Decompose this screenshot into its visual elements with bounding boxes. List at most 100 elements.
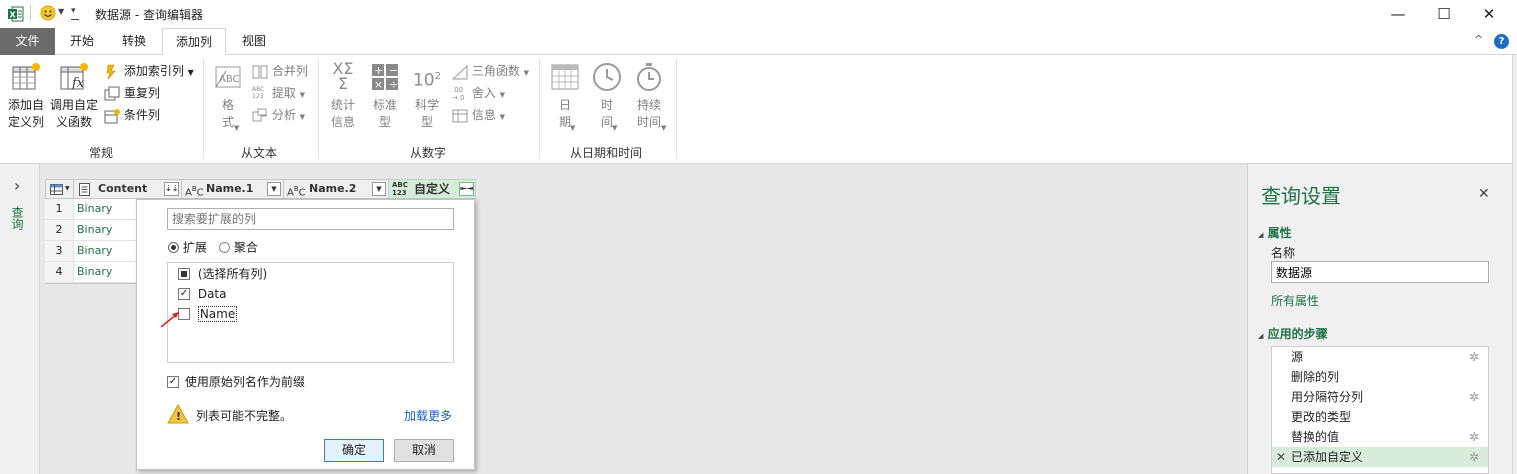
tab-file[interactable]: 文件 [0,28,55,55]
step-item[interactable]: 更改的类型 [1272,407,1488,427]
excel-logo-icon: X [8,6,24,22]
table-cell[interactable]: Binary [74,199,137,220]
expand-radio[interactable]: 扩展 [168,239,207,255]
column-name: Content [98,182,148,195]
tab-view[interactable]: 视图 [232,28,276,55]
warning-icon: ! [167,403,189,424]
column-header-name1[interactable]: ABC Name.1 ▼ [181,179,284,199]
add-custom-column-button[interactable]: 添加自 定义列 [4,61,48,131]
duplicate-column-button[interactable]: 重复列 [104,83,160,103]
step-item[interactable]: 删除的列 [1272,367,1488,387]
select-all-checkbox[interactable]: (选择所有列) [178,265,267,281]
extract-button[interactable]: ABC 123 提取 ▼ [252,83,305,103]
conditional-column-button[interactable]: 条件列 [104,105,160,125]
help-button[interactable]: ? [1494,34,1509,49]
column-header-content[interactable]: Content ⇣⇣ [73,179,182,199]
gear-icon[interactable]: ✲ [1469,347,1479,367]
query-settings-title: 查询设置 [1261,184,1341,208]
step-item-selected[interactable]: ✕ 已添加自定义 ✲ [1272,447,1488,467]
column-header-name2[interactable]: ABC Name.2 ▼ [283,179,389,199]
row-number[interactable]: 4 [45,262,74,283]
incomplete-list-warning: 列表可能不完整。 [196,409,293,423]
calendar-icon [549,61,581,93]
quick-access-customize-icon[interactable]: ▾ [71,6,76,16]
collapse-ribbon-button[interactable]: ^ [1474,33,1483,46]
name-checkbox[interactable]: Name [178,305,238,322]
query-name-input[interactable] [1271,261,1489,283]
parse-button[interactable]: 分析 ▼ [252,105,305,125]
group-label-from-text: 从文本 [241,146,278,160]
svg-text:÷: ÷ [389,78,398,91]
filter-dropdown-icon[interactable]: ▼ [267,182,281,196]
duplicate-column-icon [104,86,120,102]
group-separator [539,59,540,159]
merge-columns-label: 合并列 [271,64,308,78]
gear-icon[interactable]: ✲ [1469,387,1479,407]
load-more-link[interactable]: 加载更多 [404,407,452,424]
duration-button[interactable]: 持续 时间 ▼ [630,61,668,132]
checkbox-checked-icon: ✓ [178,287,190,300]
gear-icon[interactable]: ✲ [1469,447,1479,467]
merge-columns-button[interactable]: 合并列 [252,61,308,81]
scientific-button[interactable]: 102 科学 型 [408,61,446,131]
smiley-feedback-icon[interactable] [40,5,56,21]
ok-button[interactable]: 确定 [324,439,384,462]
table-cell[interactable]: Binary [74,220,137,241]
expand-queries-button[interactable]: › [14,176,20,195]
properties-section-header[interactable]: ◢ 属性 [1258,224,1292,241]
tab-home[interactable]: 开始 [60,28,104,55]
information-label: 信息 [471,108,496,122]
filter-dropdown-icon[interactable]: ▼ [372,182,386,196]
step-item[interactable]: 源 ✲ [1272,347,1488,367]
information-button[interactable]: 信息 ▼ [452,105,505,125]
add-index-column-button[interactable]: 添加索引列 ▼ [104,61,194,81]
date-label: 日 期 [558,98,571,129]
search-columns-input[interactable] [167,208,454,230]
rounding-label: 舍入 [471,86,496,100]
step-item[interactable]: 用分隔符分列 ✲ [1272,387,1488,407]
checkbox-label: Name [197,305,238,322]
tab-add-column[interactable]: 添加列 [162,28,226,56]
minimize-button[interactable]: — [1387,3,1409,25]
close-button[interactable]: ✕ [1478,3,1500,25]
expand-column-icon[interactable]: ⇣⇣ [164,182,179,196]
gear-icon[interactable]: ✲ [1469,427,1479,447]
add-index-column-label: 添加索引列 [123,64,184,78]
expand-column-icon[interactable]: ⇤⇥ [459,182,474,196]
date-button[interactable]: 日 期 ▼ [546,61,584,132]
dropdown-arrow-icon: ▼ [65,185,70,192]
table-corner-button[interactable]: ▼ [45,179,74,199]
close-settings-button[interactable]: ✕ [1478,186,1490,202]
invoke-custom-function-button[interactable]: fx 调用自定 义函数 [48,61,100,131]
row-number[interactable]: 1 [45,199,74,220]
row-number[interactable]: 2 [45,220,74,241]
statistics-button[interactable]: XΣ Σ 统计 信息 [324,61,362,131]
maximize-button[interactable]: ☐ [1433,3,1455,25]
queries-pane-label[interactable]: 查询 [10,206,26,230]
collapse-triangle-icon: ◢ [1258,231,1264,239]
use-prefix-checkbox[interactable]: ✓ 使用原始列名作为前缀 [167,373,305,389]
row-number[interactable]: 3 [45,241,74,262]
trigonometry-button[interactable]: 三角函数 ▼ [451,61,529,81]
all-properties-link[interactable]: 所有属性 [1271,292,1319,309]
menu-bar: 文件 开始 转换 添加列 视图 ^ ? [0,28,1517,56]
title-bar: X ▼ ▾ 数据源 - 查询编辑器 — ☐ ✕ [0,0,1517,28]
standard-button[interactable]: + − × ÷ 标准 型 [366,61,404,131]
cancel-button[interactable]: 取消 [394,439,454,462]
tab-transform[interactable]: 转换 [112,28,156,55]
aggregate-radio[interactable]: 聚合 [219,239,258,255]
dropdown-arrow-icon: ▼ [499,113,506,121]
step-item[interactable]: 替换的值 ✲ [1272,427,1488,447]
applied-steps-section-header[interactable]: ◢ 应用的步骤 [1258,325,1328,342]
merge-columns-icon [252,64,268,80]
table-cell[interactable]: Binary [74,241,137,262]
feedback-dropdown-icon[interactable]: ▼ [58,7,64,16]
time-button[interactable]: 时 间 ▼ [588,61,626,132]
format-button[interactable]: ABC 格 式 ▼ [210,61,246,132]
data-checkbox[interactable]: ✓ Data [178,285,226,301]
column-header-custom[interactable]: ABC 123 自定义 ⇤⇥ [388,179,476,199]
table-cell[interactable]: Binary [74,262,137,283]
rounding-button[interactable]: .00 →.0 舍入 ▼ [452,83,505,103]
delete-step-icon[interactable]: ✕ [1276,447,1286,467]
dropdown-arrow-icon: ▼ [612,124,618,132]
